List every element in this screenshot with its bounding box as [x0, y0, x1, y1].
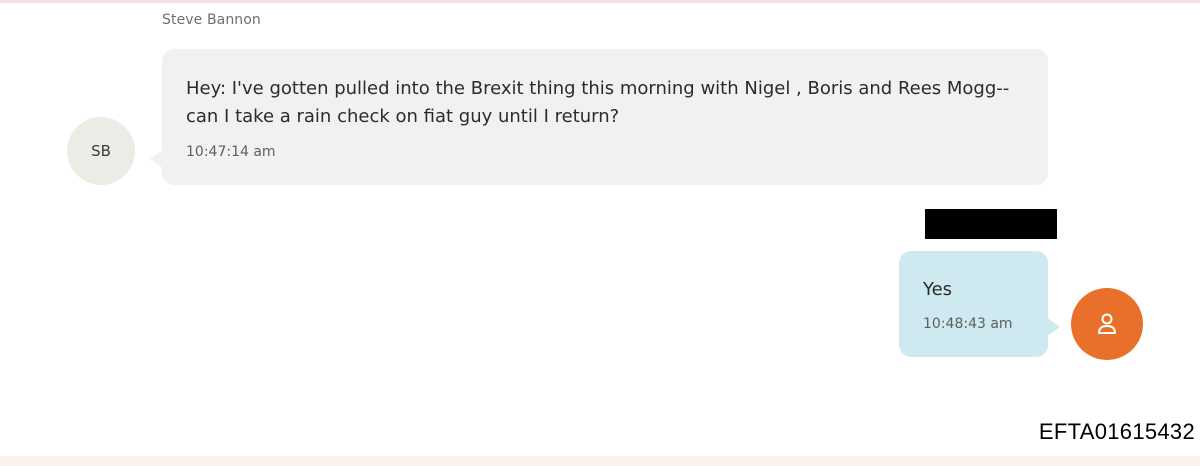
message-timestamp: 10:47:14 am: [186, 144, 276, 160]
incoming-message-bubble[interactable]: Hey: I've gotten pulled into the Brexit …: [150, 49, 1048, 185]
bottom-border: [0, 456, 1200, 466]
message-timestamp: 10:48:43 am: [923, 316, 1013, 332]
top-border: [0, 0, 1200, 3]
outgoing-message-bubble[interactable]: Yes 10:48:43 am: [899, 251, 1060, 357]
message-text: Hey: I've gotten pulled into the Brexit …: [186, 78, 1010, 127]
sender-name: Steve Bannon: [162, 12, 261, 28]
bubble-tail: [150, 149, 164, 169]
bubble-tail: [1046, 317, 1060, 337]
person-icon: [1098, 313, 1116, 334]
sender-avatar[interactable]: SB: [67, 117, 135, 185]
message-text: Yes: [923, 279, 953, 300]
document-id: EFTA01615432: [1038, 419, 1195, 444]
redacted-sender-name: [925, 209, 1057, 239]
user-avatar[interactable]: [1071, 288, 1143, 360]
